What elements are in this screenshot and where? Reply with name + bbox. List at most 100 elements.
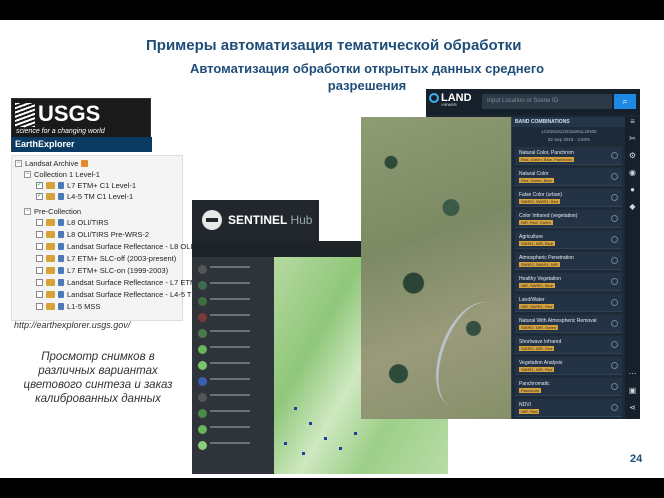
layer-text [210, 378, 250, 380]
layer-thumb [198, 441, 207, 450]
source-url[interactable]: http://earthexplorer.usgs.gov/ [14, 320, 130, 330]
collapse-icon[interactable]: − [15, 160, 22, 167]
tree-item[interactable]: ✓ L7 ETM+ C1 Level-1 [36, 180, 136, 191]
layer-item[interactable] [196, 439, 270, 452]
tree-item[interactable]: ✓ L4-5 TM C1 Level-1 [36, 191, 133, 202]
layer-text [210, 266, 250, 268]
analytics-icon[interactable]: ⚙ [625, 151, 640, 168]
tree-pre-collection[interactable]: − Pre-Collection [24, 206, 81, 217]
select-circle-icon[interactable] [611, 257, 618, 264]
tree-root[interactable]: − Landsat Archive [15, 158, 89, 169]
layers-stack-icon[interactable]: ◆ [625, 202, 640, 219]
tree-item[interactable]: Landsat Surface Reflectance - L4-5 TM [36, 289, 198, 300]
select-circle-icon[interactable] [611, 341, 618, 348]
tree-item-label: L4-5 TM C1 Level-1 [67, 192, 134, 201]
share-icon[interactable]: ⋖ [625, 403, 640, 420]
layer-item[interactable] [196, 295, 270, 308]
layer-item[interactable] [196, 343, 270, 356]
select-circle-icon[interactable] [611, 152, 618, 159]
checkbox[interactable] [36, 303, 43, 310]
select-circle-icon[interactable] [611, 236, 618, 243]
collapse-icon[interactable]: − [24, 208, 31, 215]
tree-item[interactable]: L7 ETM+ SLC-on (1999-2003) [36, 265, 168, 276]
select-circle-icon[interactable] [611, 173, 618, 180]
checkbox[interactable] [36, 231, 43, 238]
layer-item[interactable] [196, 279, 270, 292]
select-circle-icon[interactable] [611, 299, 618, 306]
save-icon[interactable]: ▣ [625, 386, 640, 403]
checkbox[interactable] [36, 219, 43, 226]
select-circle-icon[interactable] [611, 194, 618, 201]
tree-item[interactable]: L1-5 MSS [36, 301, 100, 312]
select-circle-icon[interactable] [611, 320, 618, 327]
checkbox[interactable] [36, 279, 43, 286]
layer-thumb [198, 281, 207, 290]
select-circle-icon[interactable] [611, 362, 618, 369]
bottom-band [0, 478, 664, 498]
info-icon [58, 267, 64, 274]
checked-checkbox[interactable]: ✓ [36, 182, 43, 189]
layers-icon[interactable]: ≡ [625, 117, 640, 134]
layer-item[interactable] [196, 407, 270, 420]
band-combination-item[interactable]: False Color (urban) SWIR2, SWIR1, Red [515, 189, 622, 207]
layer-thumb [198, 393, 207, 402]
tree-item-label: Landsat Surface Reflectance - L7 ETM+ [67, 278, 201, 287]
eye-icon[interactable]: ◉ [625, 168, 640, 185]
collapse-icon[interactable]: − [24, 171, 31, 178]
folder-icon [46, 182, 55, 189]
layer-text [210, 362, 250, 364]
tree-item[interactable]: L7 ETM+ SLC-off (2003-present) [36, 253, 176, 264]
info-icon[interactable]: ● [625, 185, 640, 202]
select-circle-icon[interactable] [611, 278, 618, 285]
search-input[interactable]: Input Location or Scene ID [482, 94, 612, 109]
band-combination-item[interactable]: Vegetation Analysis SWIR1, NIR, Red [515, 357, 622, 375]
band-tag: SWIR2, NIR, Red [519, 346, 555, 351]
layer-item[interactable] [196, 375, 270, 388]
tree-collection[interactable]: − Collection 1 Level-1 [24, 169, 100, 180]
layer-item[interactable] [196, 359, 270, 372]
checkbox[interactable] [36, 291, 43, 298]
select-circle-icon[interactable] [611, 383, 618, 390]
info-icon [58, 279, 64, 286]
layer-item[interactable] [196, 327, 270, 340]
tree-item[interactable]: Landsat Surface Reflectance - L8 OLI/TIR… [36, 241, 212, 252]
band-combination-item[interactable]: NDVI NIR, Red [515, 399, 622, 417]
band-combination-item[interactable]: Land/Water NIR, SWIR1, Red [515, 294, 622, 312]
rss-icon[interactable] [81, 160, 89, 167]
band-combination-item[interactable]: Panchromatic Panchrom [515, 378, 622, 396]
folder-icon [46, 279, 55, 286]
select-circle-icon[interactable] [611, 215, 618, 222]
layer-item[interactable] [196, 311, 270, 324]
band-tag: NIR, Red [519, 409, 540, 414]
water-mark [354, 432, 357, 435]
checkbox[interactable] [36, 243, 43, 250]
folder-icon [46, 193, 55, 200]
layer-thumb [198, 313, 207, 322]
band-combination-item[interactable]: Natural Color Red, Green, Blue [515, 168, 622, 186]
sentinel-logo-sub: Hub [290, 213, 313, 227]
scene-cloud: 3.53% [577, 137, 591, 142]
landviewer-topbar: LAND VIEWER Input Location or Scene ID ⌕ [426, 89, 640, 115]
layer-item[interactable] [196, 423, 270, 436]
share-icon[interactable]: ⋯ [625, 369, 640, 386]
layer-item[interactable] [196, 263, 270, 276]
tree-item[interactable]: Landsat Surface Reflectance - L7 ETM+ [36, 277, 201, 288]
band-combination-item[interactable]: Healthy Vegetation NIR, SWIR1, Blue [515, 273, 622, 291]
band-combination-item[interactable]: Agriculture SWIR1, NIR, Blue [515, 231, 622, 249]
band-combination-item[interactable]: Color Infrared (vegetation) NIR, Red, Gre… [515, 210, 622, 228]
tree-item[interactable]: L8 OLI/TIRS Pre-WRS-2 [36, 229, 149, 240]
layer-item[interactable] [196, 391, 270, 404]
tree-item[interactable]: L8 OLI/TIRS [36, 217, 109, 228]
tools-icon[interactable]: ✂ [625, 134, 640, 151]
folder-icon [46, 243, 55, 250]
search-button[interactable]: ⌕ [614, 94, 636, 109]
checkbox[interactable] [36, 255, 43, 262]
band-tag: Panchrom [519, 388, 542, 393]
checkbox[interactable] [36, 267, 43, 274]
band-combination-item[interactable]: Natural Color, Panchrom Red, Green, Blue,… [515, 147, 622, 165]
checked-checkbox[interactable]: ✓ [36, 193, 43, 200]
band-combination-item[interactable]: Atmospheric Penetration SWIR2, SWIR1, NIR [515, 252, 622, 270]
select-circle-icon[interactable] [611, 404, 618, 411]
band-combination-item[interactable]: Shortwave Infrared SWIR2, NIR, Red [515, 336, 622, 354]
band-combination-item[interactable]: Natural With Atmospheric Removal SWIR2, N… [515, 315, 622, 333]
